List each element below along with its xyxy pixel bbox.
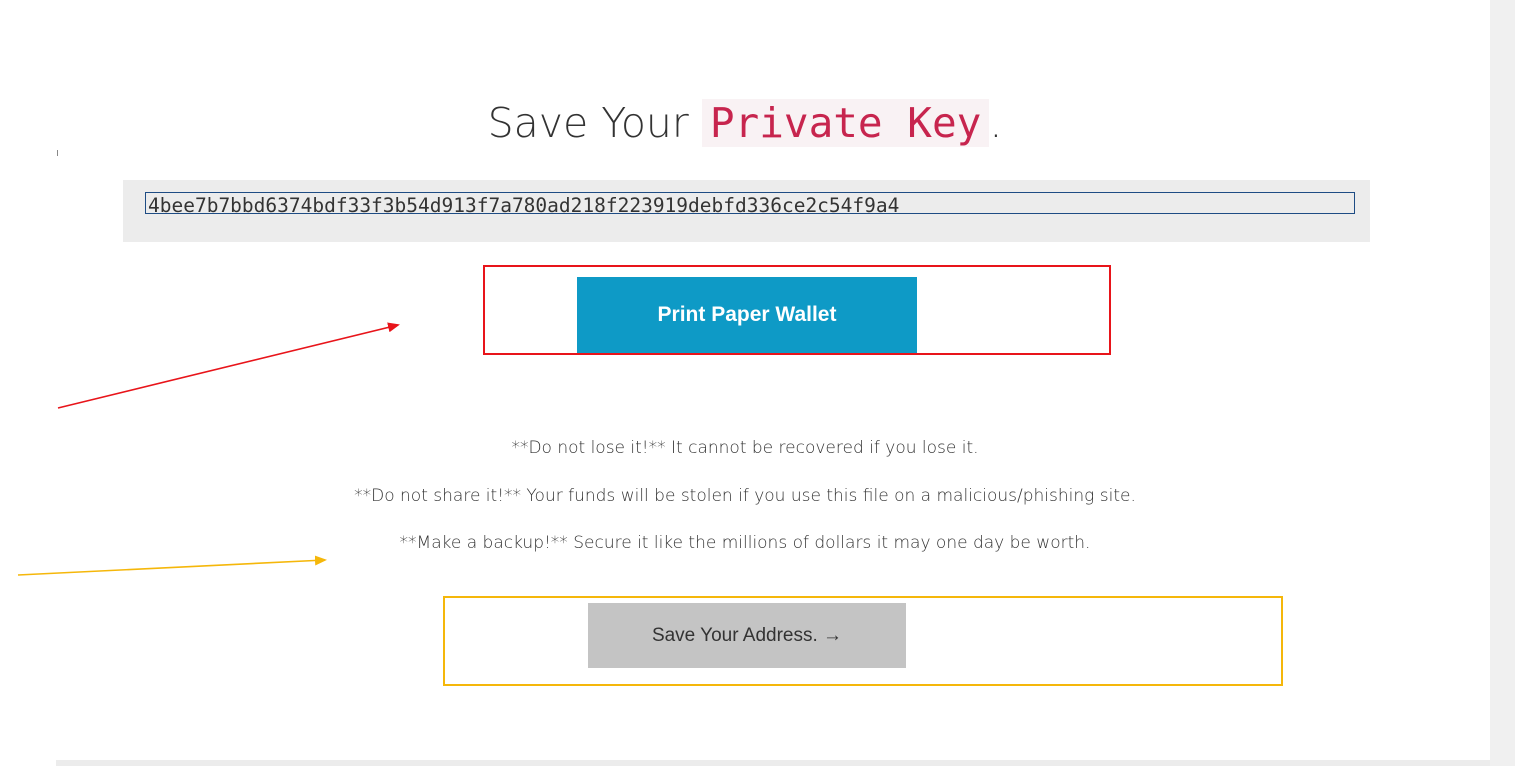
print-paper-wallet-label: Print Paper Wallet: [657, 303, 837, 326]
warning-lose: **Do not lose it!** It cannot be recover…: [511, 438, 979, 458]
title-suffix: .: [989, 99, 1003, 147]
title-key-highlight: Private Key: [701, 99, 990, 147]
private-key-field[interactable]: 4bee7b7bbd6374bdf33f3b54d913f7a780ad218f…: [145, 192, 1355, 214]
annotation-arrow-yellow: [17, 555, 327, 576]
warning-share: **Do not share it!** Your funds will be …: [354, 486, 1136, 506]
print-paper-wallet-button[interactable]: Print Paper Wallet: [577, 277, 917, 353]
page-gutter: [1490, 0, 1515, 766]
annotation-arrow-red: [57, 322, 400, 409]
title-prefix: Save Your: [487, 99, 689, 147]
save-address-button[interactable]: Save Your Address. →: [588, 603, 906, 668]
warning-backup: **Make a backup!** Secure it like the mi…: [399, 533, 1091, 553]
save-address-label: Save Your Address. →: [651, 624, 843, 646]
page-bottom-edge: [56, 760, 1490, 766]
page-title: Save Your Private Key.: [0, 95, 1490, 151]
